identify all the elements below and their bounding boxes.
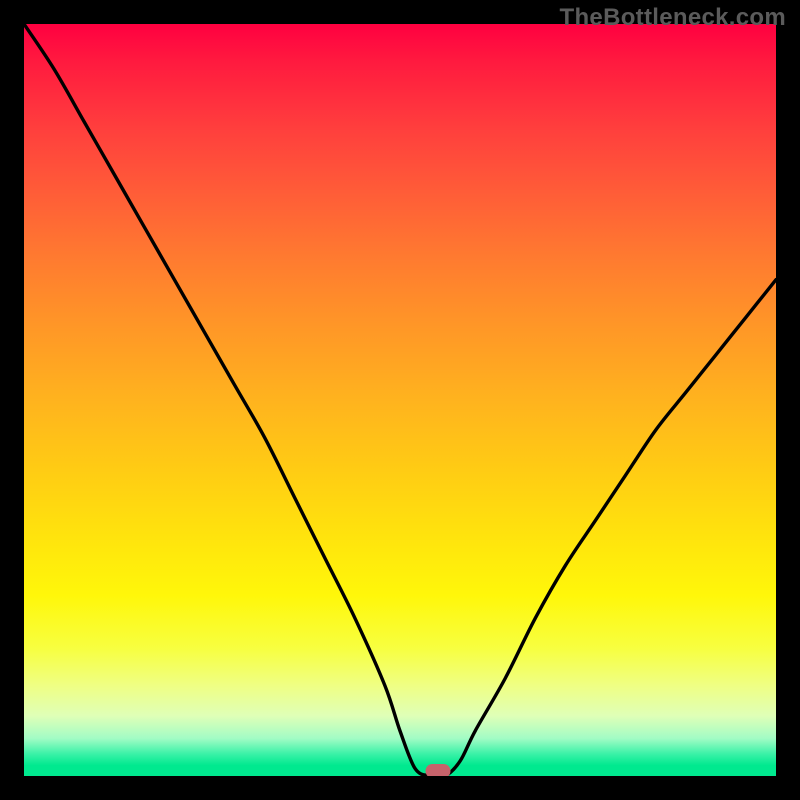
plot-area (24, 24, 776, 776)
curve-marker (425, 764, 450, 776)
watermark-text: TheBottleneck.com (560, 4, 786, 32)
bottleneck-curve (24, 24, 776, 776)
chart-frame: TheBottleneck.com (0, 0, 800, 800)
